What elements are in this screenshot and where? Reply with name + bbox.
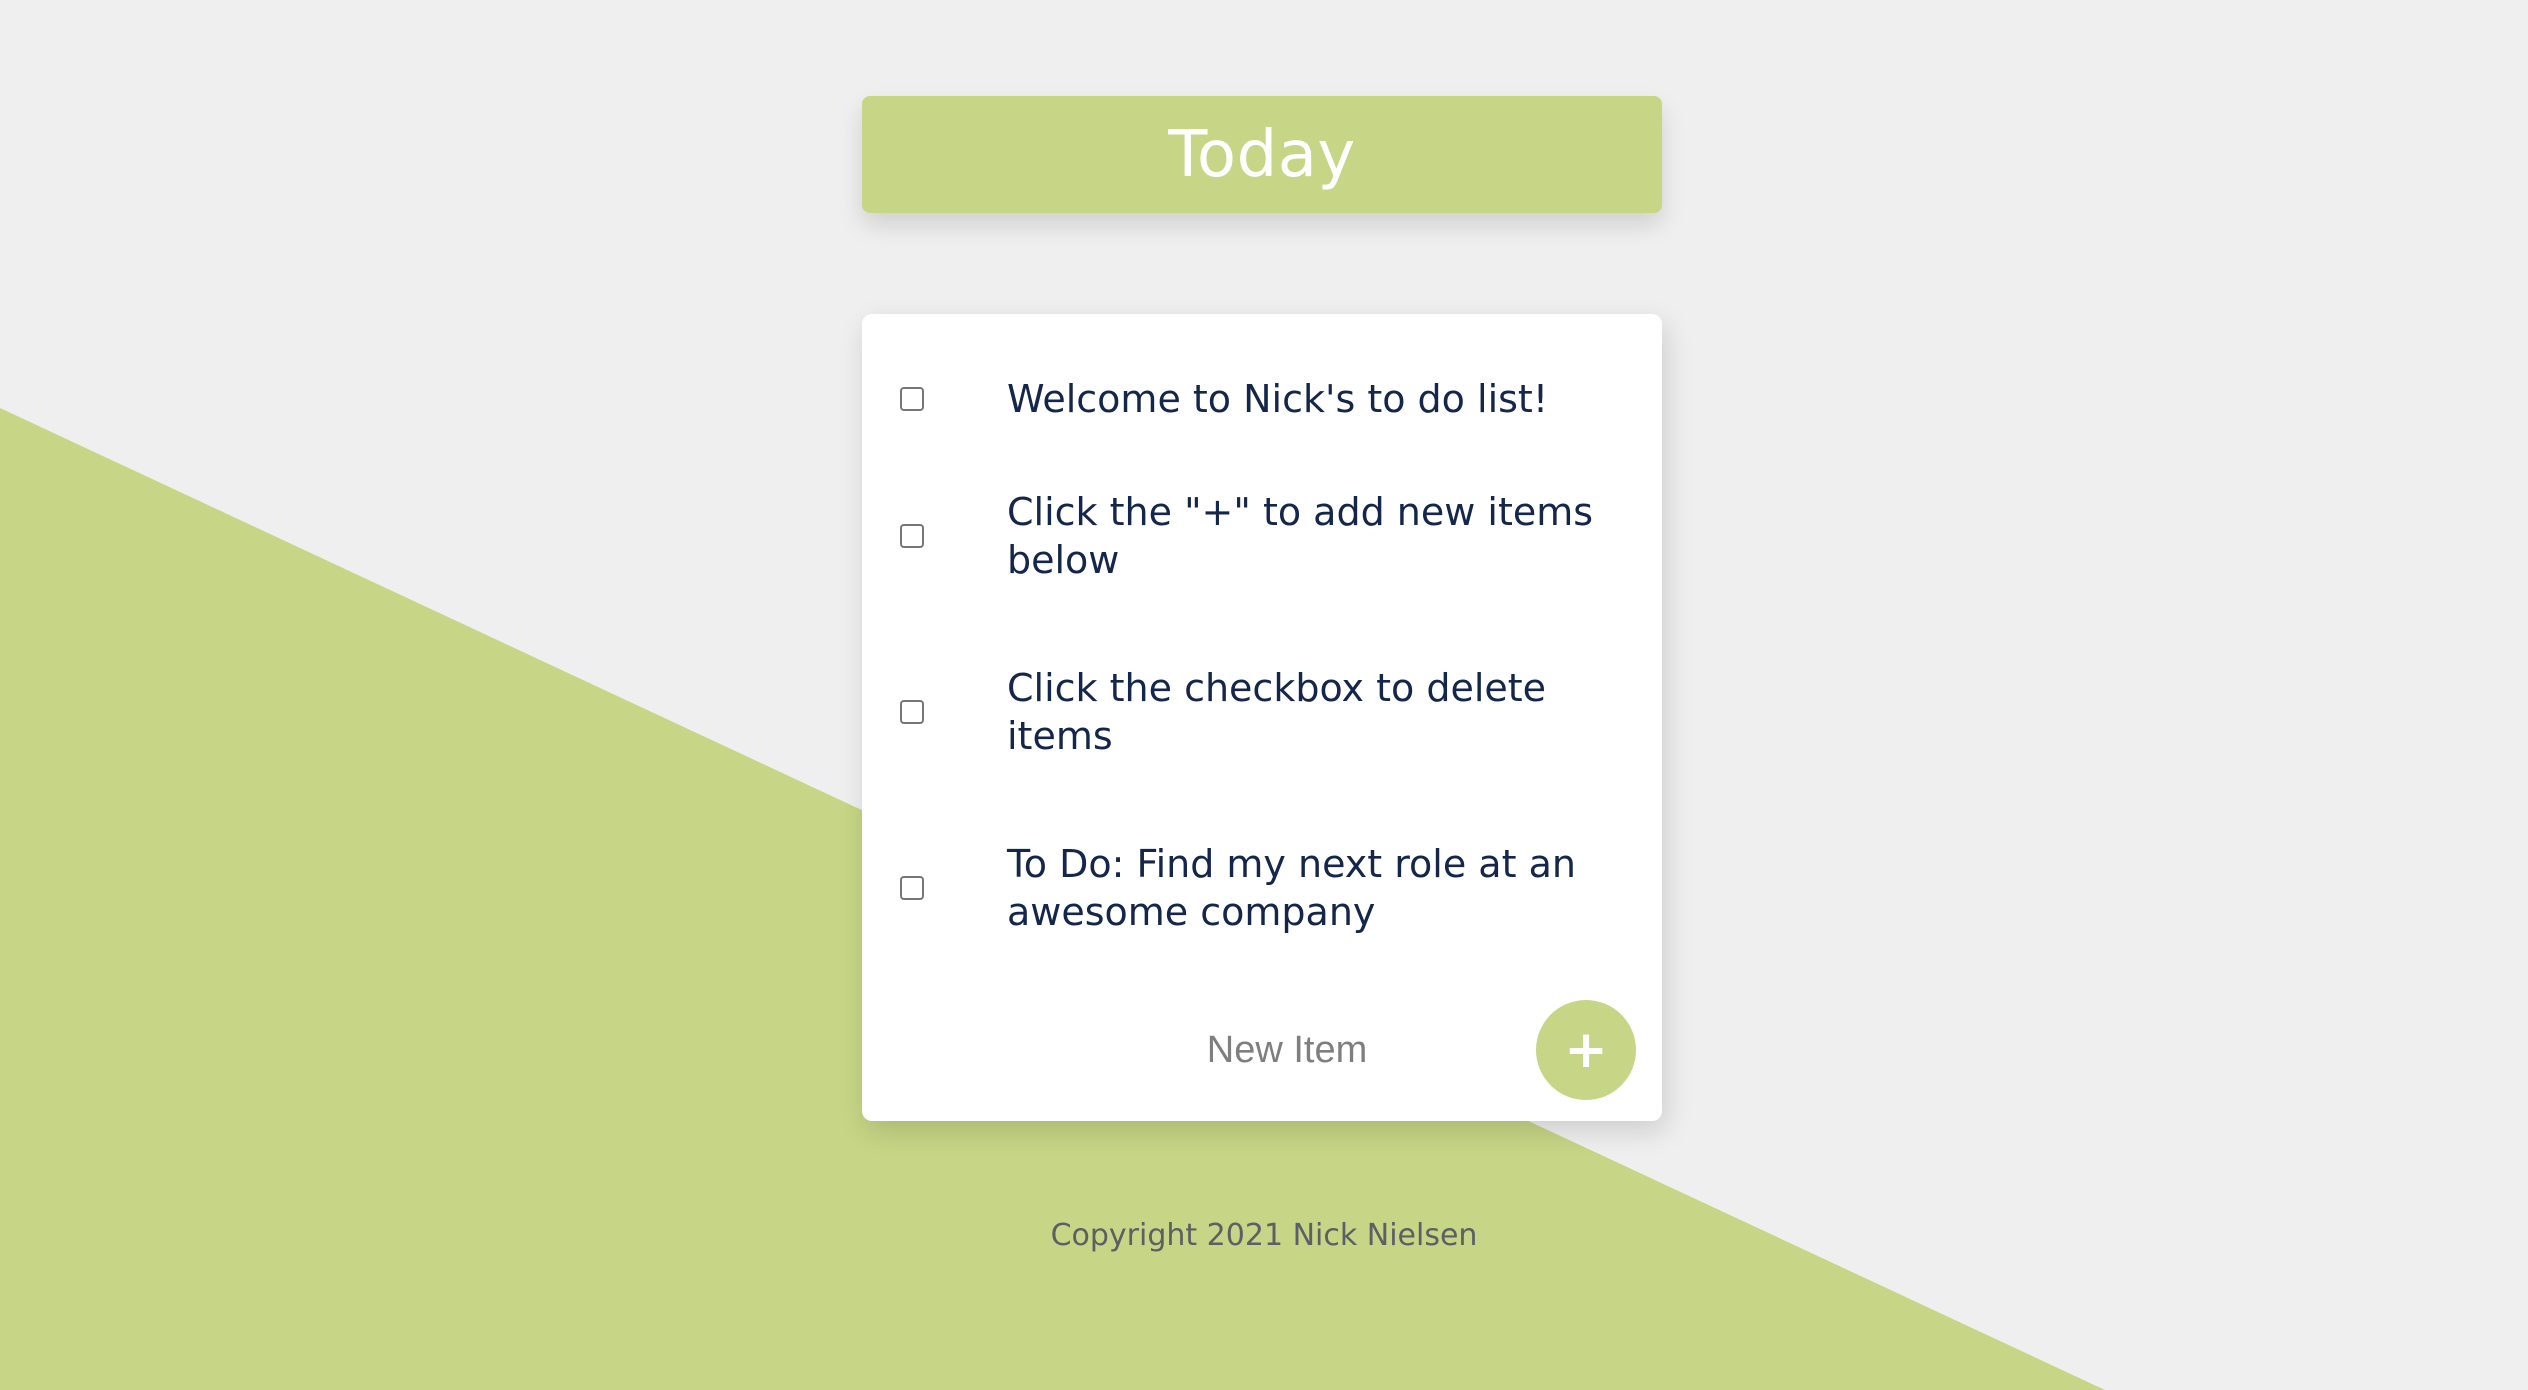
list-item: Click the "+" to add new items below xyxy=(862,476,1662,596)
new-item-row: + xyxy=(862,1000,1662,1100)
list-item: Welcome to Nick's to do list! xyxy=(862,344,1662,454)
plus-icon: + xyxy=(1564,1020,1608,1080)
item-label: Click the "+" to add new items below xyxy=(1007,490,1594,582)
page-title: Today xyxy=(1168,117,1356,192)
new-item-input[interactable] xyxy=(1007,1022,1567,1078)
item-label: Welcome to Nick's to do list! xyxy=(1007,377,1549,421)
footer-copyright: Copyright 2021 Nick Nielsen xyxy=(1050,1218,1478,1253)
item-checkbox[interactable] xyxy=(900,387,924,411)
item-label: To Do: Find my next role at an awesome c… xyxy=(1007,842,1576,934)
page-header: Today xyxy=(862,96,1662,213)
list-item: To Do: Find my next role at an awesome c… xyxy=(862,828,1662,948)
todo-card: Welcome to Nick's to do list! Click the … xyxy=(862,314,1662,1121)
list-item: Click the checkbox to delete items xyxy=(862,652,1662,772)
item-checkbox[interactable] xyxy=(900,524,924,548)
item-checkbox[interactable] xyxy=(900,876,924,900)
item-label: Click the checkbox to delete items xyxy=(1007,666,1547,758)
item-checkbox[interactable] xyxy=(900,700,924,724)
add-item-button[interactable]: + xyxy=(1536,1000,1636,1100)
